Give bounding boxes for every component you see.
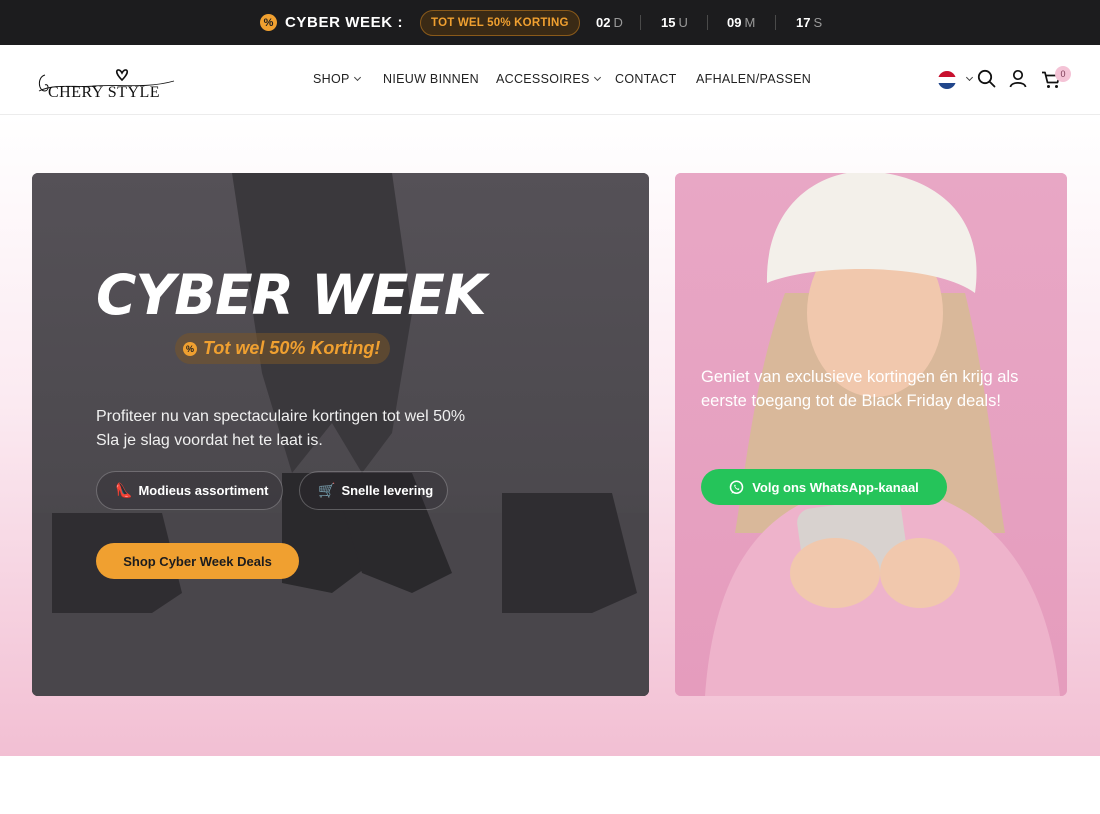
countdown-value: 09 [727,15,742,30]
description-line: Sla je slag voordat het te laat is. [96,432,323,449]
cyber-week-title: CYBER WEEK [96,263,487,327]
account-icon[interactable] [1009,69,1027,88]
countdown-value: 02 [596,15,611,30]
countdown-divider [775,15,776,30]
cyber-week-banner: CYBER WEEK % Tot wel 50% Korting! Profit… [32,173,649,696]
nav-shop-label: SHOP [313,72,350,86]
whatsapp-banner: Geniet van exclusieve kortingen én krijg… [675,173,1067,696]
flag-netherlands-icon[interactable] [938,71,956,89]
woman-phone-background-image [675,173,1067,696]
nav-nieuw-binnen-label: NIEUW BINNEN [383,72,479,86]
cart-count-badge: 0 [1055,66,1071,82]
site-header: CHERY STYLE SHOP NIEUW BINNEN ACCESSOIRE… [0,45,1100,115]
countdown-unit: U [678,15,688,30]
whatsapp-channel-button[interactable]: Volg ons WhatsApp-kanaal [701,469,947,505]
countdown-minutes: 09 M [727,0,755,45]
nav-contact-label: CONTACT [615,72,677,86]
countdown-unit: D [613,15,623,30]
countdown-seconds: 17 S [796,0,822,45]
delivery-icon: 🛒 [318,482,336,498]
chevron-down-icon [593,73,601,82]
promo-headline: % CYBER WEEK : TOT WEL 50% KORTING [260,0,580,45]
whatsapp-icon [729,479,744,495]
shop-deals-button[interactable]: Shop Cyber Week Deals [96,543,299,579]
percent-icon: % [260,14,277,31]
site-logo[interactable]: CHERY STYLE [36,61,178,101]
countdown-days: 02 D [596,0,623,45]
nav-accessoires[interactable]: ACCESSOIRES [496,72,601,86]
nav-shop[interactable]: SHOP [313,72,361,86]
countdown-hours: 15 U [661,0,688,45]
countdown-unit: S [813,15,823,30]
promo-badge: TOT WEL 50% KORTING [420,9,580,36]
countdown-value: 17 [796,15,811,30]
nav-nieuw-binnen[interactable]: NIEUW BINNEN [383,72,479,86]
countdown-unit: M [744,15,756,30]
whatsapp-promo-text: Geniet van exclusieve kortingen én krijg… [701,368,1019,410]
percent-icon: % [183,341,197,356]
description-line: Profiteer nu van spectaculaire kortingen… [96,408,466,425]
nav-contact[interactable]: CONTACT [615,72,677,86]
promo-title: CYBER WEEK : [285,14,404,31]
nav-afhalen-passen-label: AFHALEN/PASSEN [696,72,812,86]
discount-pill: % Tot wel 50% Korting! [175,333,391,364]
heel-icon: 👠 [115,482,133,498]
chevron-down-icon [353,73,361,82]
feature-chip-delivery: 🛒 Snelle levering [299,471,449,510]
feature-chip-assortment: 👠 Modieus assortiment [96,471,284,510]
feature-chip-label: Modieus assortiment [138,483,269,498]
whatsapp-button-label: Volg ons WhatsApp-kanaal [752,479,919,495]
countdown-divider [707,15,708,30]
chevron-down-icon[interactable] [965,73,974,82]
svg-text:CHERY STYLE: CHERY STYLE [48,84,160,101]
feature-chip-label: Snelle levering [341,483,434,498]
logo-mark: CHERY STYLE [38,69,175,101]
promo-bar: % CYBER WEEK : TOT WEL 50% KORTING 02 D … [0,0,1100,45]
search-icon[interactable] [977,69,996,88]
cyber-week-description: Profiteer nu van spectaculaire kortingen… [96,405,576,453]
nav-afhalen-passen[interactable]: AFHALEN/PASSEN [696,72,811,86]
discount-pill-text: Tot wel 50% Korting! [203,338,381,358]
nav-accessoires-label: ACCESSOIRES [496,72,590,86]
countdown-value: 15 [661,15,676,30]
countdown-divider [640,15,641,30]
